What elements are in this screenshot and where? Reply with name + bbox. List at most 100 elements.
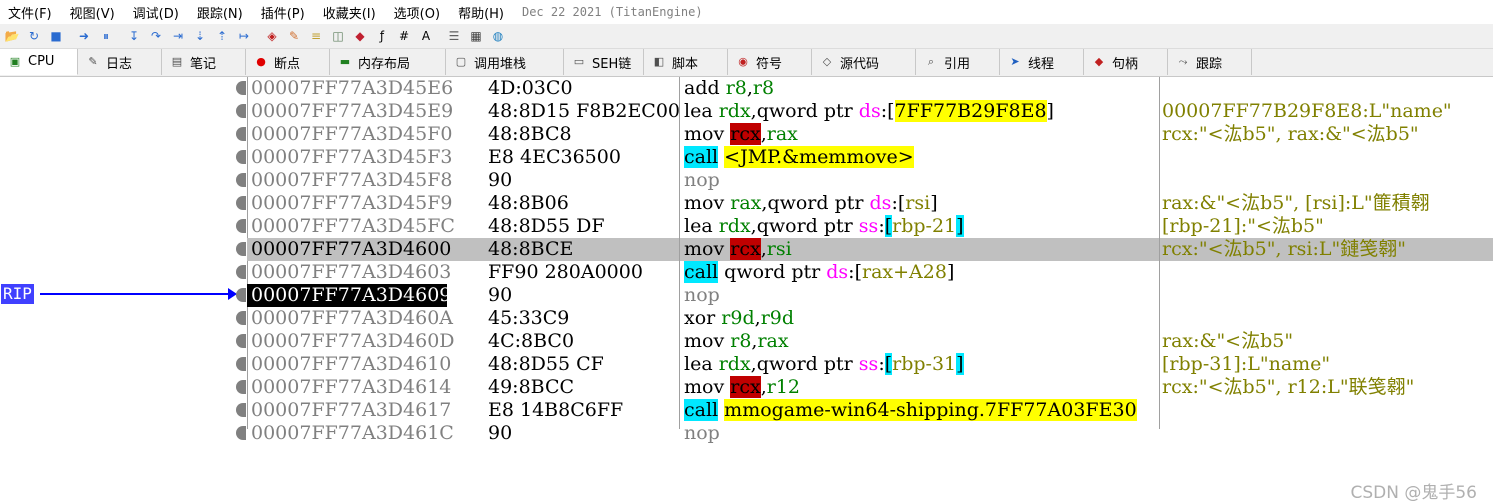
disassembly-cell[interactable]: lea rdx,qword ptr ss:[rbp-21] [684,215,1159,238]
pause-icon[interactable]: ⏸ [98,28,114,44]
breakpoint-marker[interactable] [236,127,246,141]
address-cell[interactable]: 00007FF77A3D45FC [251,215,455,238]
address-cell[interactable]: 00007FF77A3D4603 [251,261,451,284]
breakpoint-marker[interactable] [236,81,246,95]
address-cell[interactable]: 00007FF77A3D460A [251,307,453,330]
comment-cell[interactable]: rcx:"<汯b5", rsi:L"鏈笺翱" [1162,238,1493,261]
disassembly-cell[interactable]: call qword ptr ds:[rax+A28] [684,261,1159,284]
run-icon[interactable]: ➜ [76,28,92,44]
table-row[interactable]: 00007FF77A3D461C 90 nop [247,422,1493,445]
table-row[interactable]: 00007FF77A3D45F0 48:8BC8 mov rcx,rax rcx:"<… [247,123,1493,146]
address-cell[interactable]: 00007FF77A3D4600 [251,238,451,261]
breakpoint-marker[interactable] [236,311,246,325]
disassembly-cell[interactable]: lea rdx,qword ptr ss:[rbp-31] [684,353,1159,376]
stop-icon[interactable]: ■ [48,28,64,44]
bytes-cell[interactable]: 48:8D55 DF [488,215,680,238]
comment-cell[interactable]: 00007FF77B29F8E8:L"name" [1162,100,1493,123]
breakpoint-marker[interactable] [236,242,246,256]
comment-cell[interactable]: rax:&"<汯b5" [1162,330,1493,353]
tab-memory[interactable]: ▬ 内存布局 [330,49,446,75]
breakpoint-marker[interactable] [236,196,246,210]
step-into-icon[interactable]: ↧ [126,28,142,44]
breakpoint-marker[interactable] [236,403,246,417]
run-to-user-code-icon[interactable]: ↦ [236,28,252,44]
bytes-cell[interactable]: 90 [488,284,680,307]
address-cell[interactable]: 00007FF77A3D45E6 [251,77,453,100]
address-cell[interactable]: 00007FF77A3D460D [251,330,455,353]
breakpoint-marker[interactable] [236,265,246,279]
bytes-cell[interactable]: 48:8D15 F8B2EC00 [488,100,680,123]
step-over-icon[interactable]: ↷ [148,28,164,44]
comment-cell[interactable]: rcx:"<汯b5", r12:L"联笺翱" [1162,376,1493,399]
disassembly-cell[interactable]: nop [684,422,1159,445]
table-row[interactable]: 00007FF77A3D45FC 48:8D55 DF lea rdx,qword … [247,215,1493,238]
address-cell[interactable]: 00007FF77A3D45E9 [251,100,453,123]
breakpoint-marker[interactable] [236,334,246,348]
bytes-cell[interactable]: 48:8B06 [488,192,680,215]
comment-icon[interactable]: ≡ [308,28,324,44]
tab-script[interactable]: ◧ 脚本 [644,49,728,75]
tab-threads[interactable]: ➤ 线程 [1000,49,1084,75]
disassembly-cell[interactable]: call <JMP.&memmove> [684,146,1159,169]
bytes-cell[interactable]: 4C:8BC0 [488,330,680,353]
table-row[interactable]: 00007FF77A3D45F9 48:8B06 mov rax,qword ptr… [247,192,1493,215]
disassembly-cell[interactable]: mov rax,qword ptr ds:[rsi] [684,192,1159,215]
table-row[interactable]: 00007FF77A3D45F3 E8 4EC36500 call <JMP.&me… [247,146,1493,169]
breakpoint-marker[interactable] [236,288,246,302]
table-row[interactable]: 00007FF77A3D4617 E8 14B8C6FF call mmogame-… [247,399,1493,422]
comment-cell[interactable]: rcx:"<汯b5", rax:&"<汯b5" [1162,123,1493,146]
table-row[interactable]: 00007FF77A3D4603 FF90 280A0000 call qword … [247,261,1493,284]
comment-cell[interactable]: [rbp-21]:"<汯b5" [1162,215,1493,238]
breakpoint-marker[interactable] [236,219,246,233]
menu-item-7[interactable]: 帮助(H) [450,3,514,22]
bytes-cell[interactable]: 45:33C9 [488,307,680,330]
tab-log[interactable]: ✎ 日志 [78,49,162,75]
tab-symbols[interactable]: ◉ 符号 [728,49,812,75]
globe-icon[interactable]: ◍ [490,28,506,44]
bytes-cell[interactable]: 4D:03C0 [488,77,680,100]
disassembly-cell[interactable]: nop [684,284,1159,307]
label-icon[interactable]: ◫ [330,28,346,44]
execute-till-return-icon[interactable]: ⇡ [214,28,230,44]
address-cell[interactable]: 00007FF77A3D461C [251,422,454,445]
strings-icon[interactable]: ☰ [446,28,462,44]
disassembly-cell[interactable]: call mmogame-win64-shipping.7FF77A03FE30 [684,399,1159,422]
tab-references[interactable]: ⌕ 引用 [916,49,1000,75]
menu-item-2[interactable]: 调试(D) [125,3,189,22]
breakpoint-marker[interactable] [236,150,246,164]
breakpoint-marker[interactable] [236,173,246,187]
disassembly-cell[interactable]: lea rdx,qword ptr ds:[7FF77B29F8E8] [684,100,1159,123]
tab-callstack[interactable]: ▢ 调用堆栈 [446,49,564,75]
address-cell[interactable]: 00007FF77A3D45F3 [251,146,452,169]
tab-notes[interactable]: ▤ 笔记 [162,49,246,75]
address-cell[interactable]: 00007FF77A3D45F8 [251,169,452,192]
open-icon[interactable]: 📂 [4,28,20,44]
disassembly-cell[interactable]: xor r9d,r9d [684,307,1159,330]
bytes-cell[interactable]: FF90 280A0000 [488,261,680,284]
breakpoint-marker[interactable] [236,104,246,118]
menu-item-4[interactable]: 插件(P) [253,3,315,22]
address-cell[interactable]: 00007FF77A3D4617 [251,399,451,422]
disassembly-cell[interactable]: mov rcx,rax [684,123,1159,146]
disassembly-cell[interactable]: nop [684,169,1159,192]
table-row[interactable]: 00007FF77A3D4609 90 nop [247,284,1493,307]
calculator-icon[interactable]: ▦ [468,28,484,44]
tab-trace[interactable]: ⤳ 跟踪 [1168,49,1252,75]
table-row[interactable]: 00007FF77A3D4600 48:8BCE mov rcx,rsi rcx:"<… [247,238,1493,261]
menu-item-6[interactable]: 选项(O) [386,3,450,22]
breakpoint-marker[interactable] [236,426,246,440]
disassembly-cell[interactable]: add r8,r8 [684,77,1159,100]
comment-cell[interactable]: rax:&"<汯b5", [rsi]:L"篚積翱 [1162,192,1493,215]
trace-over-icon[interactable]: ⇣ [192,28,208,44]
table-row[interactable]: 00007FF77A3D4610 48:8D55 CF lea rdx,qword … [247,353,1493,376]
tab-seh[interactable]: ▭ SEH链 [564,49,644,75]
menu-item-5[interactable]: 收藏夹(I) [315,3,386,22]
address-cell[interactable]: 00007FF77A3D4610 [251,353,451,376]
address-cell[interactable]: 00007FF77A3D4609 [247,284,451,307]
menu-item-3[interactable]: 跟踪(N) [189,3,253,22]
bytes-cell[interactable]: 49:8BCC [488,376,680,399]
address-cell[interactable]: 00007FF77A3D4614 [251,376,451,399]
table-row[interactable]: 00007FF77A3D460D 4C:8BC0 mov r8,rax rax:&"<… [247,330,1493,353]
disassembly-cell[interactable]: mov r8,rax [684,330,1159,353]
bookmark-icon[interactable]: ◆ [352,28,368,44]
